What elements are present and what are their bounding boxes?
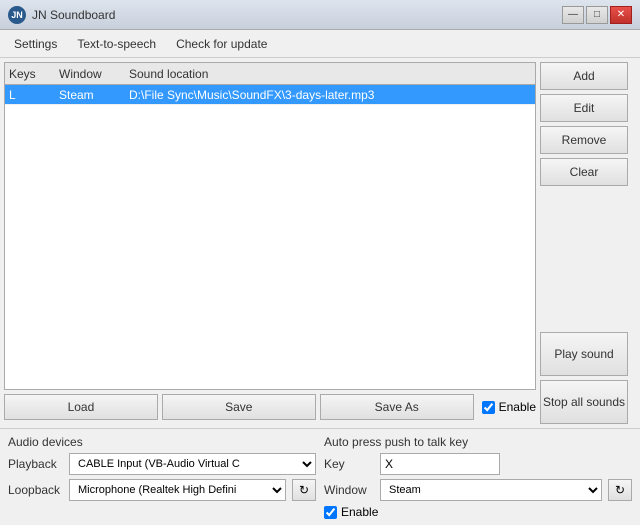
play-sound-button[interactable]: Play sound <box>540 332 628 376</box>
stop-all-sounds-button[interactable]: Stop all sounds <box>540 380 628 424</box>
loopback-label: Loopback <box>8 483 63 497</box>
auto-press-section: Auto press push to talk key Key Window S… <box>324 435 632 519</box>
window-select[interactable]: Steam <box>380 479 602 501</box>
playback-row: Playback CABLE Input (VB-Audio Virtual C <box>8 453 316 475</box>
auto-press-enable-label[interactable]: Enable <box>341 505 378 519</box>
menu-bar: Settings Text-to-speech Check for update <box>0 30 640 58</box>
left-area: Keys Window Sound location L Steam D:\Fi… <box>0 58 540 428</box>
auto-press-title: Auto press push to talk key <box>324 435 632 449</box>
clear-button[interactable]: Clear <box>540 158 628 186</box>
menu-tts[interactable]: Text-to-speech <box>67 33 166 55</box>
loopback-select[interactable]: Microphone (Realtek High Defini <box>69 479 286 501</box>
title-controls: — □ ✕ <box>562 6 632 24</box>
refresh-icon-2: ↻ <box>615 483 625 497</box>
key-row: Key <box>324 453 632 475</box>
enable-checkbox[interactable] <box>482 401 495 414</box>
row-sound-location: D:\File Sync\Music\SoundFX\3-days-later.… <box>129 88 531 102</box>
menu-settings[interactable]: Settings <box>4 33 67 55</box>
window-refresh-button[interactable]: ↻ <box>608 479 632 501</box>
edit-button[interactable]: Edit <box>540 94 628 122</box>
minimize-button[interactable]: — <box>562 6 584 24</box>
col-header-sound-location: Sound location <box>129 67 531 81</box>
audio-devices-title: Audio devices <box>8 435 316 449</box>
maximize-button[interactable]: □ <box>586 6 608 24</box>
bottom-area: Audio devices Playback CABLE Input (VB-A… <box>0 428 640 525</box>
app-icon: JN <box>8 6 26 24</box>
enable-label[interactable]: Enable <box>499 400 536 414</box>
key-input[interactable] <box>380 453 500 475</box>
window-label: Window <box>324 483 374 497</box>
close-button[interactable]: ✕ <box>610 6 632 24</box>
row-key: L <box>9 88 59 102</box>
table-row[interactable]: L Steam D:\File Sync\Music\SoundFX\3-day… <box>5 85 535 105</box>
col-header-keys: Keys <box>9 67 59 81</box>
key-label: Key <box>324 457 374 471</box>
window-title: JN Soundboard <box>32 8 115 22</box>
refresh-icon: ↻ <box>299 483 309 497</box>
table-body: L Steam D:\File Sync\Music\SoundFX\3-day… <box>5 85 535 389</box>
main-layout: Keys Window Sound location L Steam D:\Fi… <box>0 58 640 525</box>
menu-check-update[interactable]: Check for update <box>166 33 277 55</box>
right-side-buttons: Add Edit Remove Clear Play sound Stop al… <box>540 58 640 428</box>
sounds-table: Keys Window Sound location L Steam D:\Fi… <box>4 62 536 390</box>
auto-press-enable-checkbox[interactable] <box>324 506 337 519</box>
loopback-row: Loopback Microphone (Realtek High Defini… <box>8 479 316 501</box>
title-bar-left: JN JN Soundboard <box>8 6 115 24</box>
playback-label: Playback <box>8 457 63 471</box>
loopback-refresh-button[interactable]: ↻ <box>292 479 316 501</box>
file-buttons: Load Save Save As Enable <box>4 394 536 420</box>
col-header-window: Window <box>59 67 129 81</box>
audio-devices-section: Audio devices Playback CABLE Input (VB-A… <box>8 435 316 519</box>
load-button[interactable]: Load <box>4 394 158 420</box>
save-as-button[interactable]: Save As <box>320 394 474 420</box>
remove-button[interactable]: Remove <box>540 126 628 154</box>
table-header: Keys Window Sound location <box>5 63 535 85</box>
row-window: Steam <box>59 88 129 102</box>
middle-area: Keys Window Sound location L Steam D:\Fi… <box>0 58 640 428</box>
save-button[interactable]: Save <box>162 394 316 420</box>
playback-select[interactable]: CABLE Input (VB-Audio Virtual C <box>69 453 316 475</box>
title-bar: JN JN Soundboard — □ ✕ <box>0 0 640 30</box>
window-row: Window Steam ↻ <box>324 479 632 501</box>
add-button[interactable]: Add <box>540 62 628 90</box>
